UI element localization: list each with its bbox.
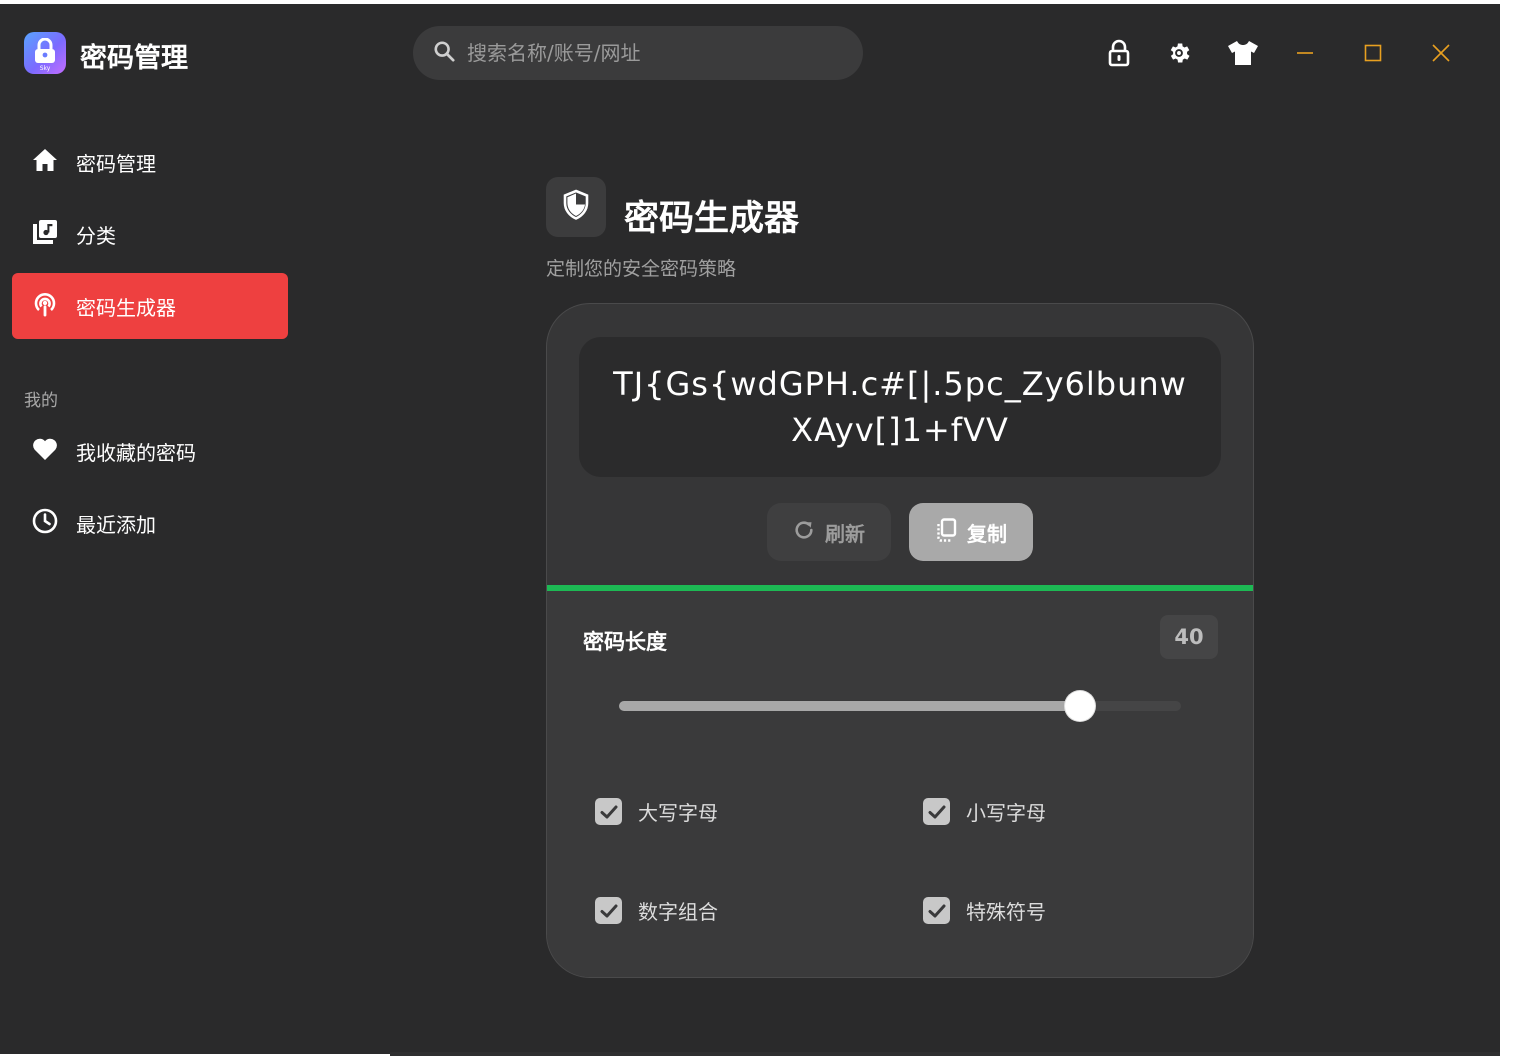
logo-text: Sky [39, 65, 51, 72]
home-icon [32, 148, 58, 176]
sidebar-item-password-manager[interactable]: 密码管理 [12, 129, 288, 195]
page-title: 密码生成器 [624, 199, 800, 239]
page-subtitle: 定制您的安全密码策略 [546, 258, 737, 280]
taskbar-strip [390, 1052, 1500, 1056]
search-input[interactable] [467, 41, 827, 65]
option-lowercase[interactable]: 小写字母 [923, 797, 1046, 826]
option-digits[interactable]: 数字组合 [595, 896, 718, 925]
generator-card: TJ{Gs{wdGPH.c#[|.5pc_Zy6lbunwXAyv[]1+fVV… [546, 303, 1254, 978]
slider-thumb[interactable] [1065, 691, 1095, 721]
copy-label: 复制 [967, 521, 1007, 546]
close-button[interactable] [1424, 36, 1458, 70]
option-label: 特殊符号 [966, 900, 1046, 924]
search-icon [433, 40, 455, 66]
app-logo: Sky [24, 32, 66, 74]
option-label: 大写字母 [638, 801, 718, 825]
length-value: 40 [1160, 615, 1218, 659]
sidebar-item-category[interactable]: 分类 [12, 201, 288, 267]
podcast-icon [32, 290, 58, 322]
sidebar-item-label: 密码管理 [76, 151, 156, 176]
copy-icon [935, 517, 957, 547]
option-label: 数字组合 [638, 900, 718, 924]
heart-icon [32, 437, 58, 465]
option-label: 小写字母 [966, 801, 1046, 825]
shield-icon [562, 189, 590, 225]
slider-fill [619, 701, 1080, 711]
check-icon [600, 904, 617, 917]
gear-icon[interactable] [1164, 38, 1194, 68]
generated-password[interactable]: TJ{Gs{wdGPH.c#[|.5pc_Zy6lbunwXAyv[]1+fVV [579, 337, 1221, 477]
clock-icon [32, 508, 58, 538]
sidebar-section-title: 我的 [24, 391, 58, 411]
checkbox-uppercase[interactable] [595, 798, 622, 825]
sidebar-item-password-generator[interactable]: 密码生成器 [12, 273, 288, 339]
check-icon [928, 904, 945, 917]
minimize-button[interactable] [1288, 36, 1322, 70]
sidebar-item-label: 我收藏的密码 [76, 440, 196, 465]
copy-button[interactable]: 复制 [909, 503, 1033, 561]
checkbox-symbols[interactable] [923, 897, 950, 924]
checkbox-digits[interactable] [595, 897, 622, 924]
check-icon [600, 805, 617, 818]
sidebar-item-recent[interactable]: 最近添加 [12, 490, 288, 556]
option-uppercase[interactable]: 大写字母 [595, 797, 718, 826]
sidebar-item-label: 分类 [76, 223, 116, 248]
option-symbols[interactable]: 特殊符号 [923, 896, 1046, 925]
refresh-icon [793, 519, 815, 546]
search-bar[interactable] [413, 26, 863, 80]
app-window: Sky 密码管理 密码管理 分类 [0, 4, 1500, 1054]
app-title: 密码管理 [80, 43, 188, 74]
refresh-label: 刷新 [825, 521, 865, 546]
sidebar-item-favorites[interactable]: 我收藏的密码 [12, 418, 288, 484]
length-slider[interactable] [619, 691, 1181, 721]
sidebar-item-label: 最近添加 [76, 512, 156, 537]
maximize-button[interactable] [1356, 36, 1390, 70]
tshirt-icon[interactable] [1226, 38, 1260, 68]
generator-badge [546, 177, 606, 237]
sidebar-item-label: 密码生成器 [76, 295, 176, 320]
refresh-button[interactable]: 刷新 [767, 503, 891, 561]
length-label: 密码长度 [583, 630, 667, 654]
check-icon [928, 805, 945, 818]
music-library-icon [32, 219, 58, 249]
checkbox-lowercase[interactable] [923, 798, 950, 825]
lock-icon[interactable] [1104, 38, 1134, 68]
